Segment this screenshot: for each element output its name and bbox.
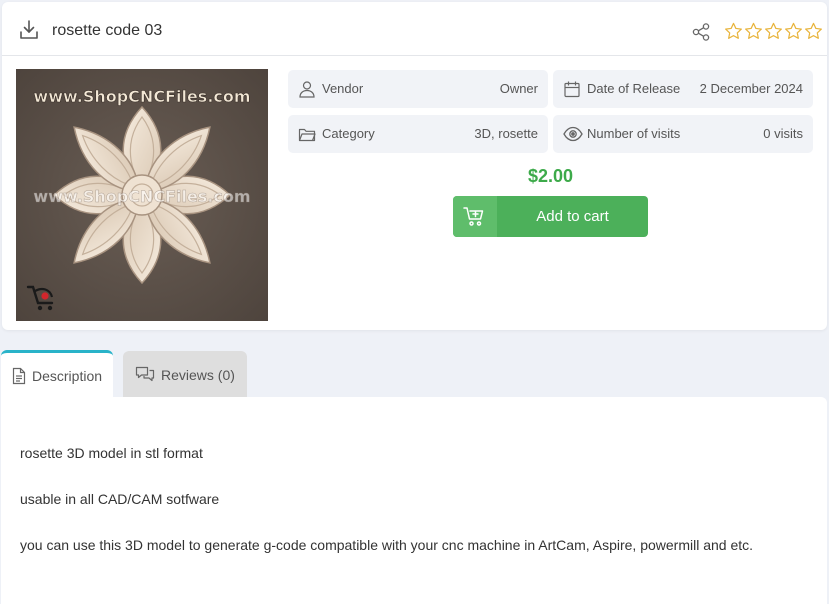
vendor-label: Vendor (322, 81, 364, 96)
cart-add-icon[interactable] (463, 206, 485, 227)
category-value[interactable]: 3D, rosette (474, 126, 538, 141)
watermark-top: www.ShopCNCFiles.com (33, 87, 250, 106)
star-outline-icon[interactable] (804, 22, 823, 40)
visits-info: Number of visits 0 visits (553, 115, 813, 153)
product-image[interactable]: www.ShopCNCFiles.com www.ShopCNCFiles.co… (16, 69, 268, 321)
download-icon[interactable] (17, 18, 41, 42)
category-label: Category (322, 126, 375, 141)
tab-reviews[interactable]: Reviews (0) (123, 351, 247, 397)
product-title: rosette code 03 (52, 22, 163, 39)
vendor-value[interactable]: Owner (500, 81, 538, 96)
star-outline-icon[interactable] (764, 22, 783, 40)
description-paragraph: you can use this 3D model to generate g-… (20, 537, 754, 553)
calendar-icon (564, 81, 580, 98)
add-to-cart-button[interactable]: Add to cart (453, 196, 648, 237)
product-card: rosette code 03 www.ShopCNCFiles.com www… (2, 2, 827, 330)
visits-label: Number of visits (587, 126, 681, 141)
description-paragraph: rosette 3D model in stl format (20, 445, 203, 461)
watermark-mid: www.ShopCNCFiles.com (33, 187, 250, 206)
release-value: 2 December 2024 (699, 81, 803, 96)
tab-description-label[interactable]: Description (32, 368, 102, 384)
add-to-cart-label[interactable]: Add to cart (497, 208, 648, 225)
visits-value: 0 visits (763, 126, 803, 141)
folder-icon (298, 128, 316, 142)
eye-icon (563, 126, 583, 142)
chat-bubbles-icon (135, 366, 155, 382)
description-panel: rosette 3D model in stl format usable in… (1, 397, 827, 604)
star-outline-icon[interactable] (744, 22, 763, 40)
product-price: $2.00 (527, 166, 574, 186)
share-icon[interactable] (691, 22, 711, 42)
tab-description[interactable]: Description (1, 350, 113, 398)
description-paragraph: usable in all CAD/CAM sotfware (20, 491, 220, 507)
product-header: rosette code 03 (2, 2, 827, 56)
vendor-info: Vendor Owner (288, 70, 548, 108)
document-icon (12, 367, 26, 385)
rating-stars[interactable] (724, 22, 823, 40)
user-icon (299, 81, 315, 98)
star-outline-icon[interactable] (784, 22, 803, 40)
release-info: Date of Release 2 December 2024 (553, 70, 813, 108)
category-info: Category 3D, rosette (288, 115, 548, 153)
star-outline-icon[interactable] (724, 22, 743, 40)
release-label: Date of Release (587, 81, 681, 96)
tab-reviews-label[interactable]: Reviews (0) (161, 367, 235, 383)
cart-icon-area[interactable] (453, 196, 497, 237)
